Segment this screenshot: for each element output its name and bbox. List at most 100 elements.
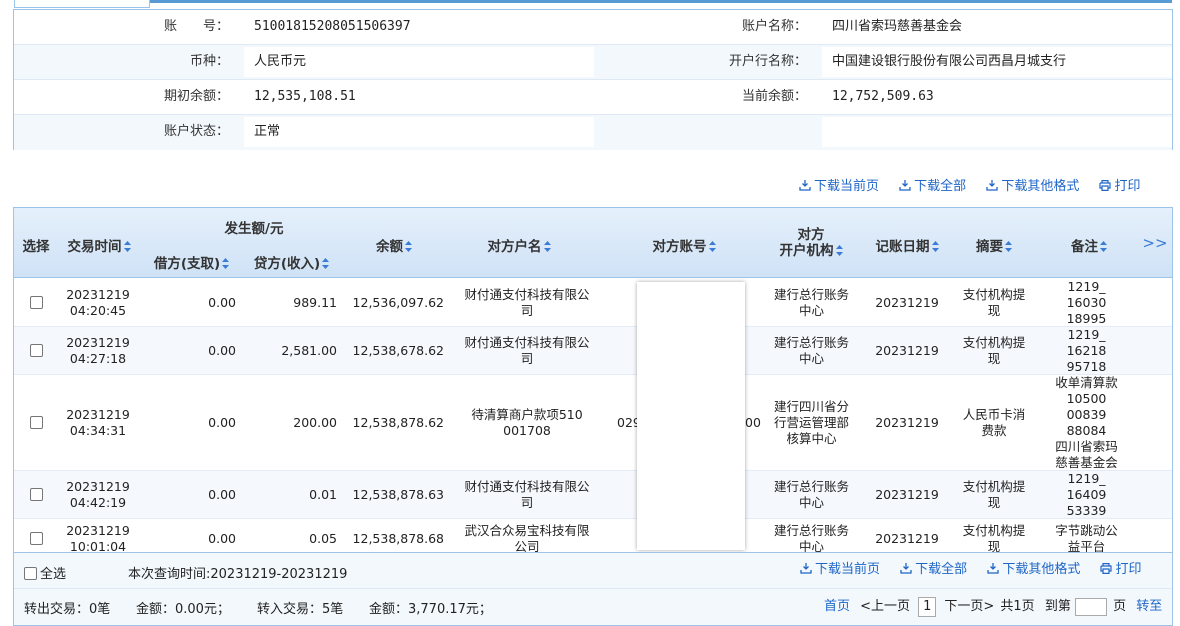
select-all-checkbox[interactable]	[24, 567, 37, 580]
in-amount: 金额：3,770.17元；	[369, 602, 492, 617]
printer-icon	[1100, 563, 1113, 574]
row-debit: 0.00	[208, 414, 236, 430]
row-summary: 支付机构提现	[962, 334, 1026, 366]
header-credit[interactable]: 贷方(收入)	[244, 252, 339, 272]
sort-icon	[708, 241, 716, 252]
toolbar-top: 下载当前页 下载全部 下载其他格式 打印	[783, 177, 1140, 197]
table-header: 选择 交易时间 发生额/元 借方(支取) 贷方(收入) 余额 对方户名 对方账号…	[14, 208, 1172, 278]
download-page-label: 下载当前页	[815, 562, 881, 577]
opening-balance-value: 12,535,108.51	[254, 89, 356, 104]
row-counterparty-name: 待清算商户款项510 001708	[471, 406, 583, 438]
total-pages: 共1页	[1000, 599, 1035, 614]
row-checkbox[interactable]	[29, 532, 43, 545]
header-debit-label: 借方(支取)	[153, 256, 221, 272]
select-all-label: 全选	[40, 567, 67, 582]
download-all-link[interactable]: 下载全部	[900, 560, 967, 580]
header-counterparty-account[interactable]: 对方账号	[634, 235, 734, 255]
sort-icon	[405, 241, 412, 252]
tab-underline	[150, 0, 1172, 3]
row-counterparty-name: 武汉合众易宝科技有限 公司	[464, 522, 590, 553]
sort-icon	[322, 258, 330, 269]
redaction-overlay	[637, 282, 745, 550]
table-footer: 全选 本次查询时间:20231219-20231219 下载当前页 下载全部 下…	[13, 553, 1173, 626]
sort-icon	[835, 245, 843, 256]
print-link[interactable]: 打印	[1099, 177, 1140, 197]
download-page-link[interactable]: 下载当前页	[800, 560, 880, 580]
header-post-date[interactable]: 记账日期	[867, 235, 947, 255]
download-icon	[899, 180, 911, 191]
account-row-currency: 币种： 人民币元 开户行名称： 中国建设银行股份有限公司西昌月城支行	[14, 45, 1172, 80]
header-balance[interactable]: 余额	[359, 235, 429, 255]
header-time[interactable]: 交易时间	[60, 235, 138, 255]
next-page-link[interactable]: 下一页>	[944, 599, 994, 614]
print-label: 打印	[1115, 562, 1142, 577]
sort-icon	[222, 258, 230, 269]
download-other-label: 下载其他格式	[1001, 179, 1080, 194]
goto-page-input[interactable]	[1074, 597, 1107, 616]
row-debit: 0.00	[208, 342, 236, 358]
header-counterparty-name[interactable]: 对方户名	[469, 235, 569, 255]
status-value: 正常	[254, 124, 281, 139]
sort-icon	[931, 241, 939, 252]
download-all-label: 下载全部	[915, 562, 968, 577]
row-counterparty-account-right: 00	[745, 414, 761, 430]
row-checkbox[interactable]	[29, 344, 43, 357]
row-counterparty-name: 财付通支付科技有限公司	[464, 286, 590, 318]
prev-page-link[interactable]: <上一页	[860, 599, 910, 614]
bank-label: 开户行名称：	[728, 54, 807, 69]
download-other-link[interactable]: 下载其他格式	[987, 560, 1080, 580]
header-balance-label: 余额	[376, 239, 403, 255]
active-tab[interactable]	[14, 0, 150, 8]
download-icon	[986, 180, 998, 191]
header-summary[interactable]: 摘要	[964, 235, 1024, 255]
row-post-date: 20231219	[875, 530, 939, 546]
header-debit[interactable]: 借方(支取)	[144, 252, 239, 272]
header-amount-group: 发生额/元	[224, 221, 284, 237]
download-all-link[interactable]: 下载全部	[899, 177, 966, 197]
first-page-link[interactable]: 首页	[824, 599, 850, 614]
select-all[interactable]: 全选	[24, 563, 66, 582]
download-icon	[987, 563, 999, 574]
row-balance: 12,538,878.63	[352, 486, 444, 502]
row-summary: 支付机构提现	[962, 478, 1026, 510]
goto-button[interactable]: 转至	[1136, 599, 1162, 614]
row-checkbox[interactable]	[29, 416, 43, 429]
row-remark: 收单清算款 10500 00839 88084 四川省索玛 慈善基金会	[1055, 374, 1118, 470]
transaction-table: 选择 交易时间 发生额/元 借方(支取) 贷方(收入) 余额 对方户名 对方账号…	[13, 207, 1173, 553]
download-page-label: 下载当前页	[814, 179, 880, 194]
currency-value: 人民币元	[254, 54, 307, 69]
row-counterparty-bank: 建行四川省分 行营运管理部 核算中心	[773, 398, 849, 446]
goto-label: 到第	[1044, 599, 1071, 614]
account-row-balance: 期初余额： 12,535,108.51 当前余额： 12,752,509.63	[14, 80, 1172, 115]
row-post-date: 20231219	[875, 294, 939, 310]
print-link[interactable]: 打印	[1100, 560, 1141, 580]
row-balance: 12,538,678.62	[352, 342, 444, 358]
sort-icon	[1005, 241, 1012, 252]
row-checkbox[interactable]	[29, 296, 43, 309]
print-label: 打印	[1114, 179, 1141, 194]
download-other-link[interactable]: 下载其他格式	[986, 177, 1079, 197]
header-counterparty-bank-line1: 对方	[797, 227, 825, 243]
account-row-status: 账户状态： 正常	[14, 115, 1172, 150]
row-remark: 字节跳动公 益平台	[1055, 522, 1118, 553]
currency-label: 币种：	[189, 54, 229, 69]
header-counterparty-bank[interactable]: 对方 开户机构	[766, 227, 856, 259]
row-counterparty-bank: 建行总行账务 中心	[773, 334, 849, 366]
opening-balance-label: 期初余额：	[163, 89, 229, 104]
row-credit: 2,581.00	[281, 342, 337, 358]
current-balance-label: 当前余额：	[741, 89, 807, 104]
current-page-box[interactable]: 1	[918, 596, 937, 617]
download-icon	[799, 180, 811, 191]
row-post-date: 20231219	[875, 486, 939, 502]
download-page-link[interactable]: 下载当前页	[799, 177, 879, 197]
table-row: 20231219 04:34:31 0.00 200.00 12,538,878.…	[14, 375, 1172, 471]
header-remark[interactable]: 备注	[1059, 235, 1119, 255]
header-counterparty-bank-line2: 开户机构	[779, 243, 834, 259]
more-columns-button[interactable]: >>	[1142, 234, 1168, 252]
account-info-panel: 账 号： 51001815208051506397 账户名称： 四川省索玛慈善基…	[13, 9, 1173, 150]
row-credit: 200.00	[293, 414, 337, 430]
row-counterparty-name: 财付通支付科技有限公司	[464, 334, 590, 366]
row-counterparty-bank: 建行总行账务 中心	[773, 522, 849, 553]
row-counterparty-bank: 建行总行账务 中心	[773, 478, 849, 510]
row-checkbox[interactable]	[29, 488, 43, 501]
